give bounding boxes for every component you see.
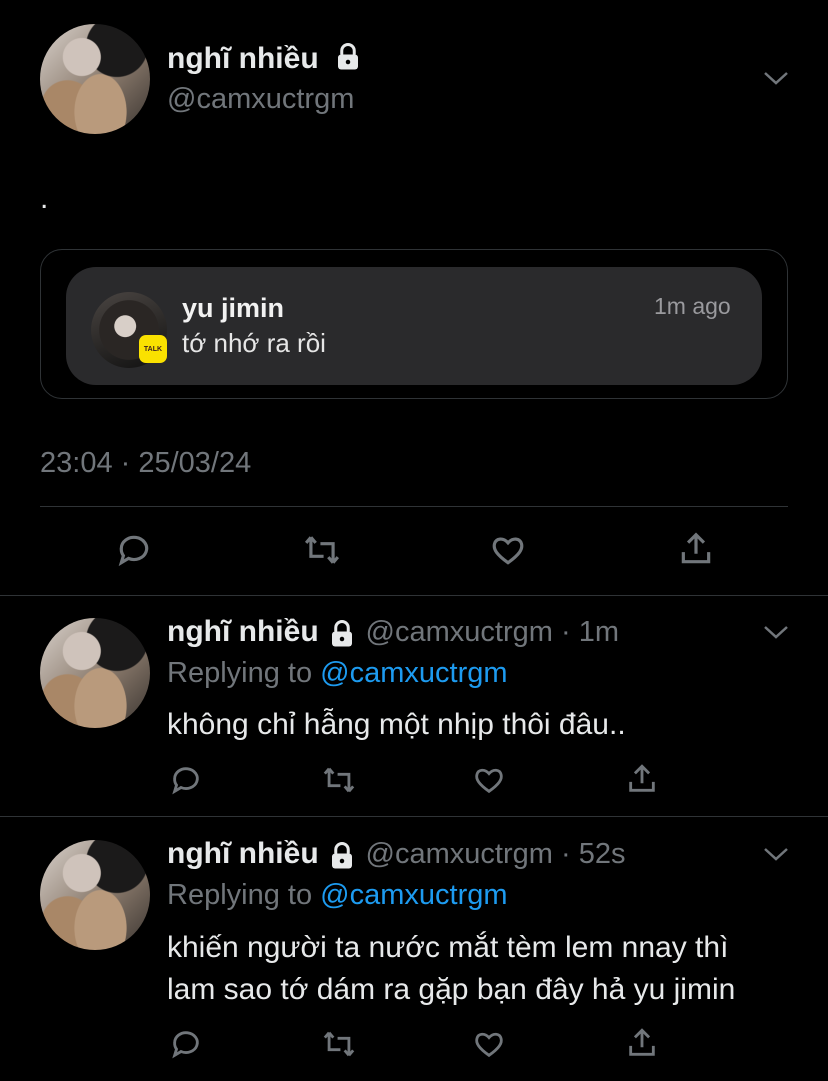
chevron-down-icon[interactable] [762, 844, 790, 864]
retweet-button[interactable] [321, 763, 357, 802]
retweet-icon [323, 1031, 355, 1057]
notification-message: tớ nhớ ra rồi [182, 328, 326, 358]
retweet-button[interactable] [321, 1027, 357, 1066]
reply-button[interactable] [169, 1027, 203, 1066]
media-card[interactable]: TALK yu jimin tớ nhớ ra rồi 1m ago [40, 249, 788, 399]
divider [0, 595, 828, 596]
tweet-timestamp[interactable]: 23:04 · 25/03/24 [40, 447, 251, 480]
share-button[interactable] [625, 761, 659, 802]
reply-text-line-1: khiến người ta nước mắt tèm lem nnay thì [167, 931, 729, 964]
reply-time[interactable]: 52s [579, 838, 626, 870]
reply-icon [172, 1031, 199, 1059]
like-icon [475, 768, 503, 794]
reply-button[interactable] [169, 763, 203, 802]
display-name[interactable]: nghĩ nhiều [167, 615, 319, 648]
notification-sender: yu jimin [182, 293, 285, 323]
display-name-row: nghĩ nhiều [167, 42, 363, 76]
reply-text: không chỉ hẫng một nhịp thôi đâu.. [167, 708, 626, 741]
reply-icon [118, 535, 149, 567]
replying-to-label: Replying to [167, 657, 313, 689]
chevron-down-icon[interactable] [762, 68, 790, 88]
share-icon [629, 1028, 655, 1056]
separator-dot: · [552, 838, 579, 870]
notification-time: 1m ago [654, 293, 731, 319]
avatar[interactable] [40, 618, 150, 728]
handle[interactable]: @camxuctrgm [366, 838, 553, 870]
retweet-icon [323, 767, 355, 793]
reply-button[interactable] [115, 531, 153, 574]
mention-link[interactable]: @camxuctrgm [320, 879, 507, 911]
notification-banner: TALK yu jimin tớ nhớ ra rồi 1m ago [66, 267, 762, 385]
replying-to: Replying to @camxuctrgm [167, 657, 508, 690]
display-name[interactable]: nghĩ nhiều [167, 837, 319, 870]
reply-header: nghĩ nhiều @camxuctrgm · 1m [167, 615, 619, 649]
replying-to-label: Replying to [167, 879, 313, 911]
divider [0, 816, 828, 817]
chevron-down-icon[interactable] [762, 622, 790, 642]
separator-dot: · [552, 616, 579, 648]
share-icon [629, 764, 655, 792]
lock-icon [332, 841, 353, 869]
kakaotalk-icon: TALK [139, 335, 167, 363]
share-button[interactable] [625, 1025, 659, 1066]
like-icon [492, 537, 524, 565]
display-name[interactable]: nghĩ nhiều [167, 42, 319, 75]
handle[interactable]: @camxuctrgm [167, 83, 354, 116]
lock-icon [337, 43, 358, 70]
like-button[interactable] [472, 763, 506, 802]
like-button[interactable] [489, 531, 527, 574]
like-button[interactable] [472, 1027, 506, 1066]
mention-link[interactable]: @camxuctrgm [320, 657, 507, 689]
reply-icon [172, 767, 199, 795]
share-button[interactable] [677, 529, 715, 574]
reply-time[interactable]: 1m [579, 616, 619, 648]
share-icon [681, 532, 711, 564]
reply-header: nghĩ nhiều @camxuctrgm · 52s [167, 837, 625, 871]
avatar[interactable] [40, 840, 150, 950]
handle[interactable]: @camxuctrgm [366, 616, 553, 648]
divider [40, 506, 788, 507]
lock-icon [332, 619, 353, 647]
reply-text-line-2: lam sao tớ dám ra gặp bạn đây hả yu jimi… [167, 973, 736, 1006]
replying-to: Replying to @camxuctrgm [167, 879, 508, 912]
retweet-button[interactable] [302, 531, 342, 574]
avatar[interactable] [40, 24, 150, 134]
like-icon [475, 1032, 503, 1058]
tweet-text: . [40, 182, 49, 215]
retweet-icon [304, 536, 340, 564]
